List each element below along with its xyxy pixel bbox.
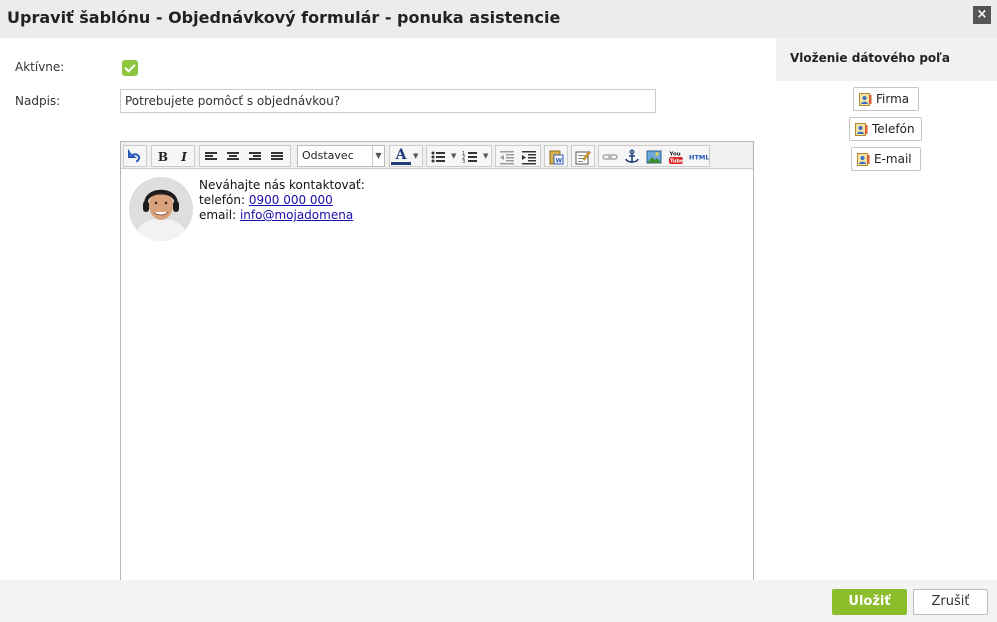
svg-text:3: 3 (462, 159, 465, 165)
heading-label: Nadpis: (15, 94, 61, 108)
toolbar-group-paste: W (544, 145, 568, 167)
phone-label: telefón: (199, 193, 249, 207)
link-icon (602, 154, 618, 160)
heading-input[interactable] (120, 89, 656, 113)
toolbar-group-color: A ▼ (389, 145, 423, 167)
undo-icon (128, 148, 141, 163)
format-select-value: Odstavec (302, 149, 354, 162)
image-icon (646, 150, 662, 164)
italic-button[interactable]: I (174, 147, 194, 167)
contact-card-icon (859, 93, 872, 106)
data-field-panel-title: Vloženie dátového poľa (790, 51, 951, 65)
insert-field-email-button[interactable]: E-mail (851, 147, 921, 171)
phone-link[interactable]: 0900 000 000 (249, 193, 333, 207)
paste-word-button[interactable]: W (546, 147, 566, 167)
contact-phone-line: telefón: 0900 000 000 (199, 193, 499, 208)
edit-button[interactable] (573, 147, 593, 167)
bullet-list-button[interactable] (428, 147, 448, 167)
youtube-button[interactable]: You Tube (666, 147, 686, 167)
align-center-button[interactable] (223, 147, 243, 167)
youtube-icon: You Tube (669, 152, 685, 165)
rich-text-editor: B I Odstavec ▼ A ▼ ▼ 1 2 3 ▼ W You Tube … (120, 141, 754, 581)
align-left-icon (205, 152, 217, 162)
data-field-panel: Vloženie dátového poľa Firma Telefón E-m… (776, 38, 997, 580)
toolbar-group-undo (123, 145, 147, 167)
font-color-dropdown-icon[interactable]: ▼ (413, 152, 418, 160)
toolbar-group-insert: You Tube HTML (598, 145, 710, 167)
numbered-list-dropdown-icon[interactable]: ▼ (483, 152, 488, 160)
toolbar-group-text-style: B I (151, 145, 195, 167)
font-color-button[interactable]: A (391, 147, 411, 165)
contact-card-icon (857, 153, 870, 166)
email-label: email: (199, 208, 240, 222)
bullet-list-icon (431, 151, 445, 163)
undo-button[interactable] (125, 147, 145, 167)
image-button[interactable] (644, 147, 664, 167)
avatar (129, 177, 193, 241)
html-source-button[interactable]: HTML (688, 147, 710, 167)
toolbar-group-edit (571, 145, 595, 167)
align-justify-icon (271, 152, 283, 162)
numbered-list-button[interactable]: 1 2 3 (460, 147, 480, 167)
bullet-list-dropdown-icon[interactable]: ▼ (451, 152, 456, 160)
toolbar-group-align (199, 145, 291, 167)
insert-field-firma-label: Firma (876, 92, 910, 106)
toolbar-group-indent (495, 145, 541, 167)
align-right-icon (249, 152, 261, 162)
contact-intro: Neváhajte nás kontaktovať: (199, 178, 365, 192)
anchor-button[interactable] (622, 147, 642, 167)
contact-card-icon (855, 123, 868, 136)
html-icon: HTML (689, 154, 709, 162)
align-center-icon (227, 152, 239, 162)
active-label: Aktívne: (15, 60, 65, 74)
paste-word-icon: W (549, 150, 564, 165)
dialog-title: Upraviť šablónu - Objednávkový formulár … (7, 8, 561, 27)
indent-button[interactable] (519, 147, 539, 167)
insert-field-firma-button[interactable]: Firma (853, 87, 919, 111)
contact-text: Neváhajte nás kontaktovať: telefón: 0900… (199, 178, 499, 223)
active-checkbox[interactable] (122, 60, 138, 76)
contact-email-line: email: info@mojadomena (199, 208, 499, 223)
toolbar-group-lists: ▼ 1 2 3 ▼ (426, 145, 492, 167)
format-select[interactable]: Odstavec ▼ (297, 145, 385, 167)
anchor-icon (625, 149, 639, 163)
editor-toolbar: B I Odstavec ▼ A ▼ ▼ 1 2 3 ▼ W You Tube … (121, 142, 753, 169)
svg-text:You: You (669, 152, 681, 158)
align-left-button[interactable] (201, 147, 221, 167)
svg-text:HTML: HTML (689, 154, 709, 162)
outdent-icon (500, 151, 514, 165)
insert-field-email-label: E-mail (874, 152, 912, 166)
align-right-button[interactable] (245, 147, 265, 167)
edit-note-icon (575, 150, 591, 165)
insert-field-telefon-button[interactable]: Telefón (849, 117, 922, 141)
save-button[interactable]: Uložiť (832, 589, 907, 615)
insert-field-telefon-label: Telefón (872, 122, 915, 136)
outdent-button[interactable] (497, 147, 517, 167)
numbered-list-icon: 1 2 3 (462, 151, 477, 165)
align-justify-button[interactable] (267, 147, 287, 167)
bold-button[interactable]: B (153, 147, 173, 167)
cancel-button[interactable]: Zrušiť (913, 589, 988, 615)
data-field-panel-header: Vloženie dátového poľa (776, 38, 997, 81)
svg-text:W: W (556, 158, 563, 165)
svg-text:Tube: Tube (670, 159, 684, 165)
chevron-down-icon: ▼ (372, 146, 384, 166)
link-button[interactable] (600, 147, 620, 167)
dialog-footer: Uložiť Zrušiť (0, 580, 997, 622)
close-icon[interactable]: × (973, 6, 991, 24)
indent-icon (522, 151, 536, 165)
email-link[interactable]: info@mojadomena (240, 208, 353, 222)
dialog-titlebar: Upraviť šablónu - Objednávkový formulár … (0, 0, 997, 38)
